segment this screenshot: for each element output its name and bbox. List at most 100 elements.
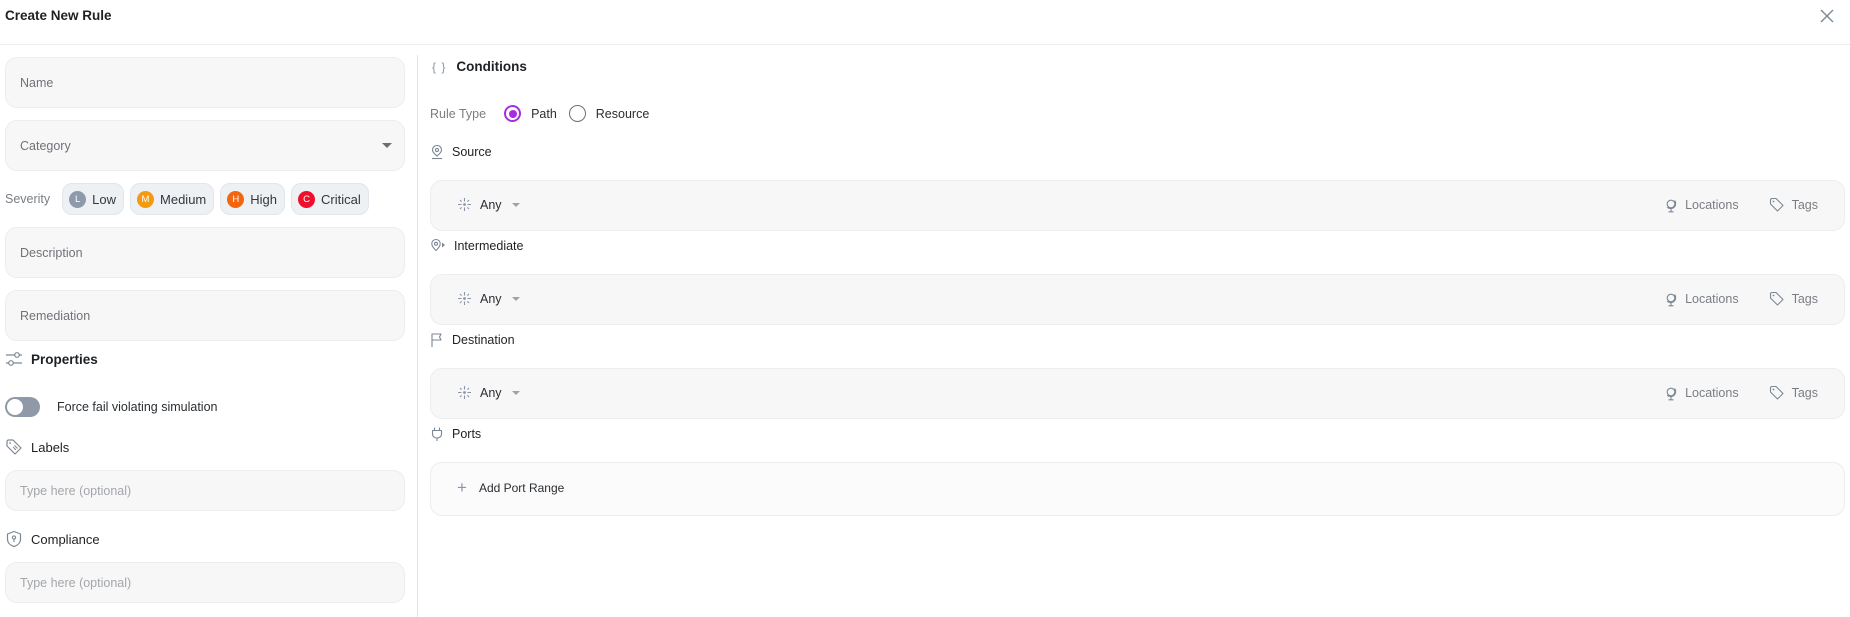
intermediate-title: Intermediate xyxy=(454,239,524,253)
severity-medium-label: Medium xyxy=(160,191,207,207)
add-port-range-label: Add Port Range xyxy=(478,481,565,495)
intermediate-any-value: Any xyxy=(480,291,502,306)
sparkle-icon xyxy=(458,386,471,399)
ports-title: Ports xyxy=(452,427,482,441)
source-heading: Source xyxy=(430,144,492,160)
severity-medium-button[interactable]: M Medium xyxy=(130,183,215,215)
source-tags-button[interactable]: Tags xyxy=(1769,197,1818,213)
globe-icon xyxy=(1666,199,1677,212)
labels-title: Labels xyxy=(31,439,70,455)
properties-title: Properties xyxy=(31,351,98,367)
tag-icon xyxy=(1769,291,1784,306)
destination-tags-label: Tags xyxy=(1791,386,1818,400)
conditions-title: Conditions xyxy=(456,59,527,74)
intermediate-locations-label: Locations xyxy=(1685,292,1739,306)
compliance-placeholder: Type here (optional) xyxy=(20,575,132,590)
source-locations-label: Locations xyxy=(1685,198,1739,212)
properties-heading: Properties xyxy=(5,351,98,367)
compliance-heading: Compliance xyxy=(5,530,100,548)
sparkle-icon xyxy=(458,292,471,305)
force-fail-toggle[interactable] xyxy=(5,397,40,417)
chevron-down-icon xyxy=(511,296,520,301)
intermediate-heading: Intermediate xyxy=(430,238,523,254)
severity-high-label: High xyxy=(250,191,278,207)
tag-icon xyxy=(6,439,22,455)
destination-heading: Destination xyxy=(430,332,515,348)
severity-high-icon: H xyxy=(227,190,245,208)
description-input[interactable]: Description xyxy=(5,227,405,278)
source-tags-label: Tags xyxy=(1791,198,1818,212)
source-condition-box: Any Locations Tags xyxy=(430,180,1845,231)
map-pin-arrow-icon xyxy=(431,238,445,252)
ports-box: + Add Port Range xyxy=(430,462,1845,516)
intermediate-any-dropdown[interactable]: Any xyxy=(457,291,520,306)
description-placeholder: Description xyxy=(20,245,83,260)
sparkle-icon xyxy=(458,198,471,211)
rule-type-label: Rule Type xyxy=(430,106,487,121)
destination-actions: Locations Tags xyxy=(1664,385,1818,401)
category-select[interactable]: Category xyxy=(5,120,405,171)
destination-any-value: Any xyxy=(480,385,502,400)
source-title: Source xyxy=(452,145,492,159)
severity-low-button[interactable]: L Low xyxy=(62,183,125,215)
labels-input[interactable]: Type here (optional) xyxy=(5,470,405,511)
name-input[interactable]: Name xyxy=(5,57,405,108)
rule-type-path-radio[interactable] xyxy=(504,105,522,122)
dialog-header: Create New Rule xyxy=(0,0,1850,45)
severity-low-icon: L xyxy=(69,190,87,208)
rule-type-resource-radio[interactable] xyxy=(568,105,586,122)
source-locations-button[interactable]: Locations xyxy=(1664,198,1739,213)
ports-heading: Ports xyxy=(430,426,481,442)
name-placeholder: Name xyxy=(20,75,54,90)
labels-placeholder: Type here (optional) xyxy=(20,483,132,498)
chevron-down-icon xyxy=(382,143,392,148)
intermediate-tags-label: Tags xyxy=(1791,292,1818,306)
globe-icon xyxy=(1666,387,1677,400)
category-placeholder: Category xyxy=(20,138,71,153)
severity-critical-icon: C xyxy=(298,190,316,208)
remediation-placeholder: Remediation xyxy=(20,308,91,323)
rule-type-path-label[interactable]: Path xyxy=(531,107,557,121)
conditions-heading: { } Conditions xyxy=(432,59,527,74)
flag-icon xyxy=(431,333,442,347)
map-pin-icon xyxy=(431,144,443,160)
rule-type-selector: Rule Type Path Resource xyxy=(430,105,661,122)
severity-label: Severity xyxy=(5,192,51,206)
compliance-title: Compliance xyxy=(31,531,100,547)
remediation-input[interactable]: Remediation xyxy=(5,290,405,341)
destination-locations-label: Locations xyxy=(1685,386,1739,400)
destination-title: Destination xyxy=(452,333,515,347)
rule-type-resource-label[interactable]: Resource xyxy=(596,107,650,121)
destination-locations-button[interactable]: Locations xyxy=(1664,386,1739,401)
destination-tags-button[interactable]: Tags xyxy=(1769,385,1818,401)
force-fail-label: Force fail violating simulation xyxy=(57,400,218,414)
intermediate-locations-button[interactable]: Locations xyxy=(1664,292,1739,307)
severity-medium-icon: M xyxy=(137,190,155,208)
severity-critical-button[interactable]: C Critical xyxy=(291,183,369,215)
severity-critical-label: Critical xyxy=(321,191,361,207)
intermediate-tags-button[interactable]: Tags xyxy=(1769,291,1818,307)
tag-icon xyxy=(1769,197,1784,212)
close-icon[interactable] xyxy=(1818,7,1836,25)
source-any-dropdown[interactable]: Any xyxy=(457,197,520,212)
intermediate-actions: Locations Tags xyxy=(1664,291,1818,307)
plus-icon: + xyxy=(457,478,467,497)
chevron-down-icon xyxy=(511,202,520,207)
panel-divider xyxy=(417,55,418,617)
sliders-icon xyxy=(6,352,22,366)
chevron-down-icon xyxy=(511,390,520,395)
severity-high-button[interactable]: H High xyxy=(220,183,286,215)
force-fail-toggle-row: Force fail violating simulation xyxy=(5,397,218,417)
source-any-value: Any xyxy=(480,197,502,212)
add-port-range-button[interactable]: + Add Port Range xyxy=(457,478,565,497)
braces-icon: { } xyxy=(432,59,447,74)
intermediate-condition-box: Any Locations Tags xyxy=(430,274,1845,325)
tag-icon xyxy=(1769,385,1784,400)
severity-selector: Severity L Low M Medium H High C Critica… xyxy=(5,183,375,215)
source-actions: Locations Tags xyxy=(1664,197,1818,213)
compliance-input[interactable]: Type here (optional) xyxy=(5,562,405,603)
destination-any-dropdown[interactable]: Any xyxy=(457,385,520,400)
plug-icon xyxy=(431,427,443,441)
destination-condition-box: Any Locations Tags xyxy=(430,368,1845,419)
severity-low-label: Low xyxy=(92,191,117,207)
